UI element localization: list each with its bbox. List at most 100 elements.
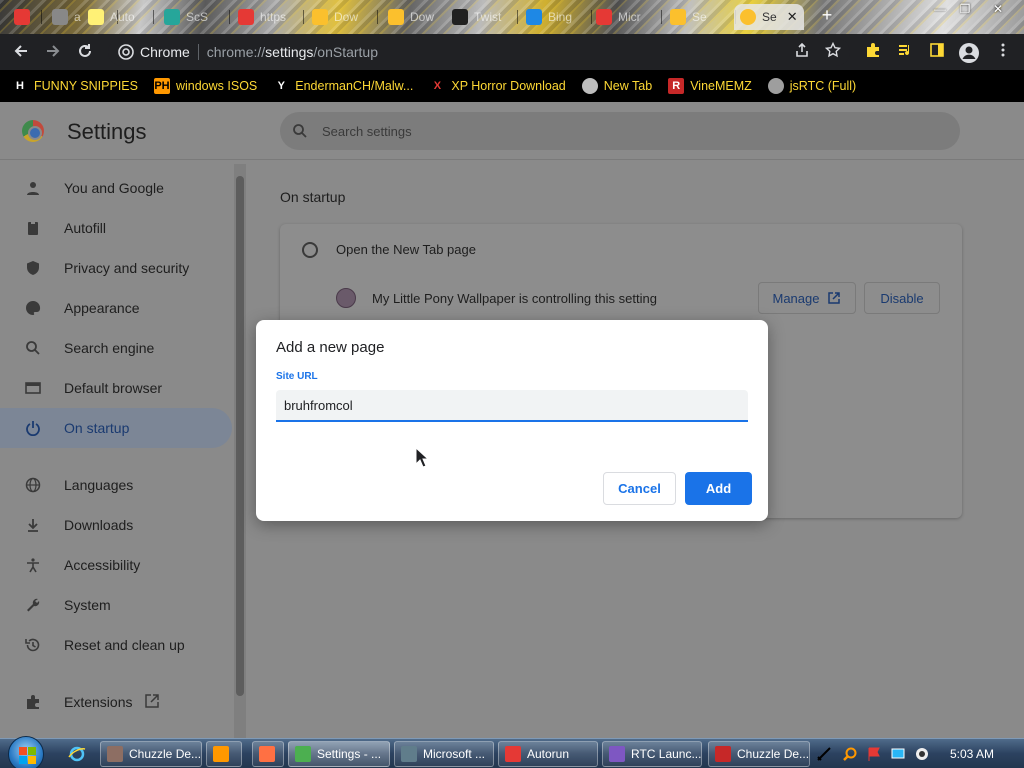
- internet-explorer-icon[interactable]: [68, 745, 86, 763]
- tab[interactable]: https: [232, 4, 304, 30]
- menu-kebab-icon[interactable]: [992, 42, 1014, 64]
- bookmark-label: XP Horror Download: [451, 79, 566, 93]
- search-settings-input[interactable]: Search settings: [280, 112, 960, 150]
- sidebar-item-label: Extensions: [64, 694, 133, 710]
- tab[interactable]: Twist: [446, 4, 518, 30]
- disable-button[interactable]: Disable: [864, 282, 940, 314]
- side-panel-icon[interactable]: [926, 42, 948, 64]
- taskbar-button[interactable]: [206, 741, 242, 767]
- settings-header: Settings Search settings: [0, 102, 1024, 160]
- system-clock[interactable]: 5:03 AM: [950, 747, 994, 761]
- sidebar-item-languages[interactable]: Languages: [0, 465, 232, 505]
- url-host: settings: [265, 44, 314, 60]
- tab-favicon-icon: [388, 9, 404, 25]
- taskbar-app-icon: [505, 746, 521, 762]
- tray-sword-icon[interactable]: [816, 746, 832, 762]
- palette-icon: [24, 299, 42, 317]
- tray-monitor-icon[interactable]: [890, 746, 906, 762]
- tab-title: a: [74, 10, 81, 24]
- sidebar-item-search-engine[interactable]: Search engine: [0, 328, 232, 368]
- sidebar-item-label: Downloads: [64, 517, 134, 533]
- sidebar-item-accessibility[interactable]: Accessibility: [0, 545, 232, 585]
- close-tab-icon[interactable]: ✕: [787, 9, 798, 25]
- manage-button[interactable]: Manage: [758, 282, 856, 314]
- sidebar-item-extensions[interactable]: Extensions: [0, 682, 232, 722]
- reload-icon[interactable]: [74, 42, 96, 64]
- tab[interactable]: Dow: [382, 4, 454, 30]
- tab-favicon-icon: [238, 9, 254, 25]
- tab[interactable]: ScS: [158, 4, 230, 30]
- omnibox-divider: [197, 44, 199, 60]
- back-icon[interactable]: [10, 42, 32, 64]
- tab-title: Se: [692, 10, 707, 24]
- sidebar-scrollbar[interactable]: [234, 164, 246, 738]
- tray-volume-icon[interactable]: [914, 746, 930, 762]
- sidebar-item-downloads[interactable]: Downloads: [0, 505, 232, 545]
- tab-favicon-icon: [526, 9, 542, 25]
- tab-active[interactable]: Se ✕: [734, 4, 804, 30]
- mouse-cursor-icon: [415, 447, 429, 468]
- new-tab-button[interactable]: +: [818, 6, 836, 24]
- tab-title: Bing: [548, 10, 573, 24]
- bookmark-favicon-icon: Y: [273, 78, 290, 94]
- taskbar-button[interactable]: Autorun: [498, 741, 598, 767]
- taskbar-button[interactable]: Chuzzle De...: [100, 741, 202, 767]
- extensions-puzzle-icon[interactable]: [862, 42, 884, 64]
- url-text[interactable]: chrome://settings/onStartup: [207, 44, 378, 60]
- bookmark-item[interactable]: jsRTC (Full): [767, 78, 857, 94]
- sidebar-item-on-startup[interactable]: On startup: [0, 408, 232, 448]
- scrollbar-thumb[interactable]: [236, 176, 244, 696]
- site-url-input[interactable]: [276, 390, 748, 422]
- sidebar-item-default-browser[interactable]: Default browser: [0, 368, 232, 408]
- tab-separator: [377, 10, 378, 24]
- bookmark-label: windows ISOS: [175, 79, 258, 93]
- share-icon[interactable]: [791, 42, 813, 64]
- bookmark-star-icon[interactable]: [822, 41, 844, 64]
- bookmark-item[interactable]: New Tab: [581, 78, 652, 94]
- sidebar-item-system[interactable]: System: [0, 585, 232, 625]
- taskbar-button[interactable]: Chuzzle De...: [708, 741, 810, 767]
- bookmark-label: jsRTC (Full): [789, 79, 857, 93]
- close-window-button[interactable]: ✕: [988, 2, 1008, 16]
- bookmark-favicon-icon: X: [429, 78, 446, 94]
- taskbar-button[interactable]: Settings - ...: [288, 741, 390, 767]
- url-prefix: chrome://: [206, 44, 266, 60]
- shield-icon: [24, 259, 42, 277]
- sidebar-item-you-and-google[interactable]: You and Google: [0, 168, 232, 208]
- tab[interactable]: Dow: [306, 4, 378, 30]
- tray-search-icon[interactable]: [842, 746, 858, 762]
- radio-new-tab[interactable]: [302, 242, 318, 258]
- taskbar-button[interactable]: RTC Launc...: [602, 741, 702, 767]
- bookmark-item[interactable]: X XP Horror Download: [429, 78, 566, 94]
- minimize-button[interactable]: —: [930, 2, 950, 16]
- bookmark-item[interactable]: PH windows ISOS: [153, 78, 258, 94]
- tab-separator: [153, 10, 154, 24]
- sidebar-item-autofill[interactable]: Autofill: [0, 208, 232, 248]
- address-bar[interactable]: Chrome chrome://settings/onStartup: [108, 38, 850, 66]
- site-chip[interactable]: Chrome: [108, 44, 190, 60]
- tab[interactable]: Auto: [82, 4, 154, 30]
- taskbar-button[interactable]: Microsoft ...: [394, 741, 494, 767]
- sidebar-item-privacy-and-security[interactable]: Privacy and security: [0, 248, 232, 288]
- add-button[interactable]: Add: [685, 472, 752, 505]
- tab[interactable]: [8, 4, 42, 30]
- forward-icon[interactable]: [42, 42, 64, 64]
- taskbar-button[interactable]: [252, 741, 284, 767]
- restore-button[interactable]: ❐: [955, 2, 975, 16]
- tab[interactable]: Bing: [520, 4, 592, 30]
- bookmark-item[interactable]: Y EndermanCH/Malw...: [273, 78, 413, 94]
- media-icon[interactable]: [894, 42, 916, 64]
- sidebar-item-label: Privacy and security: [64, 260, 190, 276]
- sidebar-item-appearance[interactable]: Appearance: [0, 288, 232, 328]
- globe-icon: [24, 476, 42, 494]
- cancel-button[interactable]: Cancel: [603, 472, 676, 505]
- clipboard-icon: [24, 219, 42, 237]
- tray-flag-icon[interactable]: [866, 746, 882, 762]
- start-button[interactable]: [8, 736, 44, 768]
- tab[interactable]: Micr: [590, 4, 662, 30]
- tab[interactable]: Se: [664, 4, 736, 30]
- bookmark-item[interactable]: R VineMEMZ: [668, 78, 752, 94]
- profile-avatar-icon[interactable]: [958, 42, 980, 64]
- sidebar-item-reset-and-clean-up[interactable]: Reset and clean up: [0, 625, 232, 665]
- bookmark-item[interactable]: H FUNNY SNIPPIES: [12, 78, 138, 94]
